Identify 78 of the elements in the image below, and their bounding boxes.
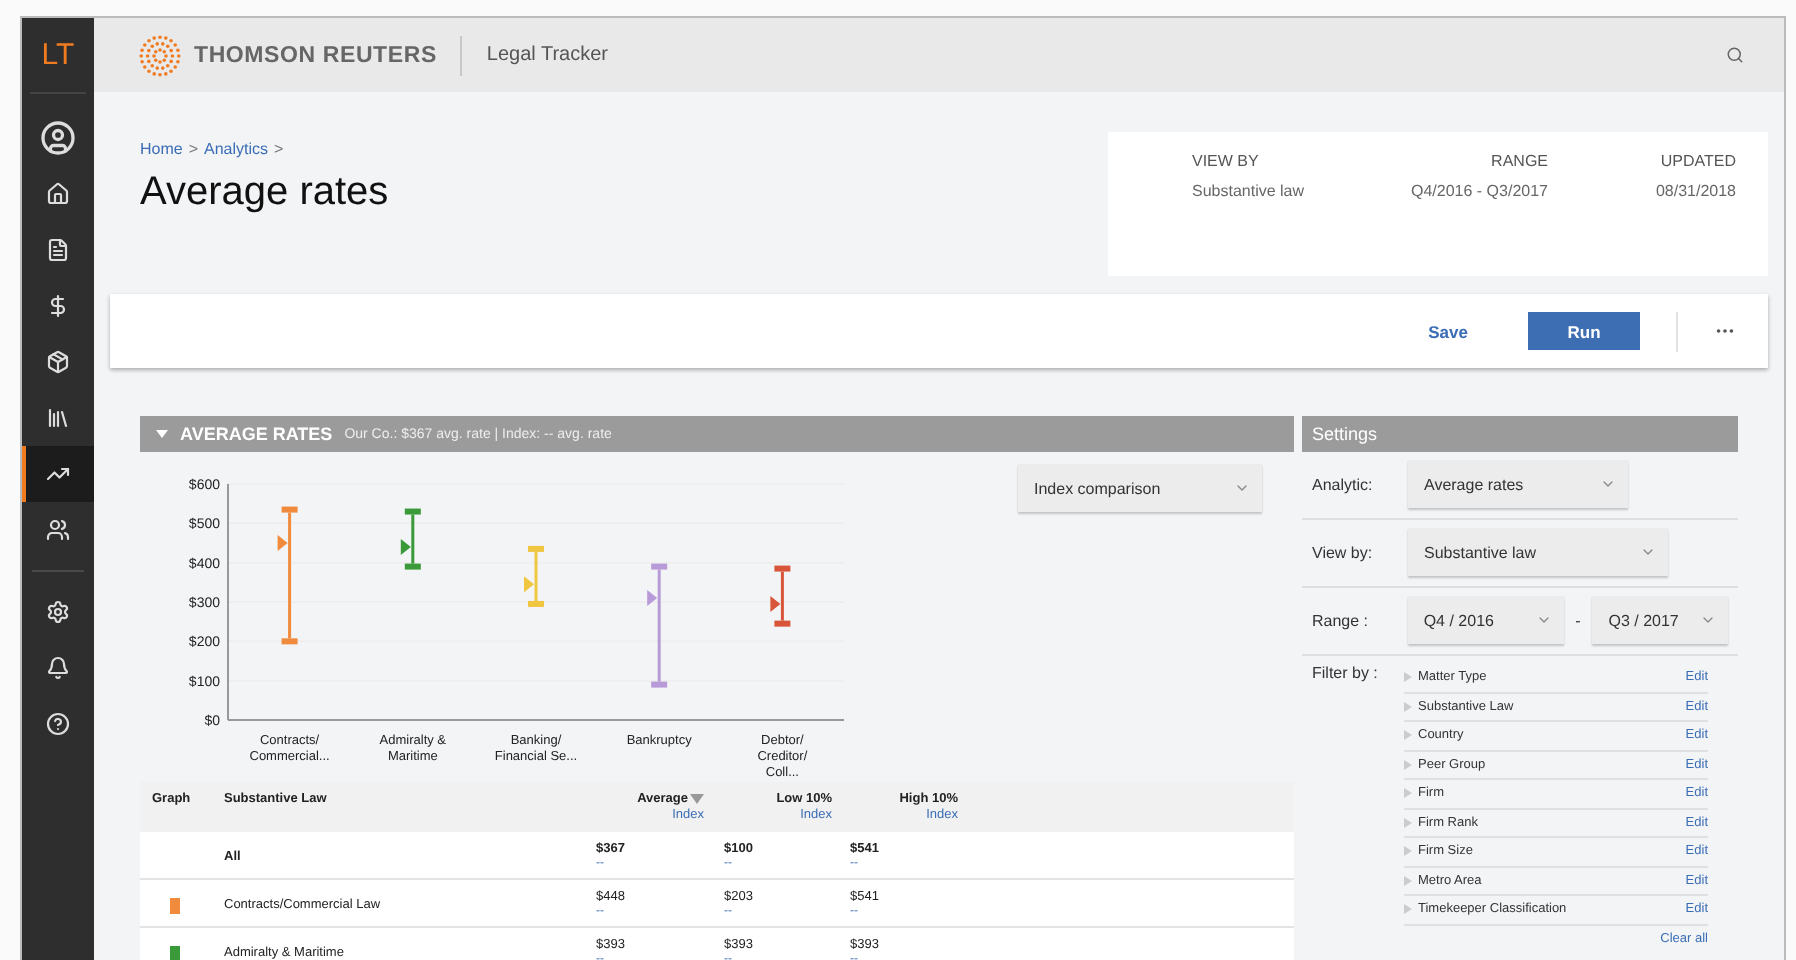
range-line [411,514,415,564]
product-name: Legal Tracker [486,44,609,66]
average-marker [400,538,411,555]
expand-icon [1404,904,1412,915]
expand-icon [1404,759,1412,770]
trend-icon [46,462,70,486]
logo-icon [138,33,182,77]
view-by-dropdown[interactable]: Substantive law [1408,528,1668,576]
document-icon [46,238,70,262]
box-icon [46,350,70,374]
caret-icon[interactable] [156,428,168,440]
brand-name: THOMSON REUTERS [194,43,437,67]
report-title: AVERAGE RATES [180,424,333,444]
search-icon[interactable] [1726,46,1744,64]
summary-value: 08/31/2018 [1655,182,1736,200]
people-icon [46,518,70,542]
help-icon [46,712,70,736]
sort-icon [690,794,704,804]
page-title: Average rates [140,170,389,216]
field-label: Analytic: [1312,475,1375,493]
breadcrumb-separator: > [188,140,199,158]
range-separator: - [1575,611,1581,629]
expand-icon [1404,701,1412,712]
caret-icon [1535,612,1552,628]
high-marker [404,508,421,515]
summary-label: UPDATED [1660,152,1736,170]
field-label: View by: [1312,543,1375,561]
high-marker [651,563,668,570]
low-marker [281,638,298,645]
comparison-dropdown[interactable]: Index comparison [1018,464,1262,512]
high-marker [281,506,298,513]
range-end-dropdown[interactable]: Q3 / 2017 [1592,596,1728,644]
summary-value: Q4/2016 - Q3/2017 [1411,182,1548,200]
breadcrumb-separator: > [274,140,284,158]
summary-label: RANGE [1491,152,1548,170]
caret-icon [1600,476,1616,492]
low-marker [404,563,421,570]
range-line [288,512,292,639]
sidebar-item[interactable] [22,446,94,502]
user-icon [40,120,76,156]
expand-icon [1404,788,1412,799]
summary-value: Substantive law [1192,182,1305,200]
high-marker [774,565,791,572]
average-marker [647,590,658,607]
settings-icon [46,600,70,624]
settings-header: Settings [1302,416,1738,452]
average-marker [524,576,534,593]
save-button[interactable]: Save [1416,313,1480,349]
range-line [657,569,661,682]
run-button[interactable]: Run [1528,312,1640,350]
range-start-dropdown[interactable]: Q4 / 2016 [1407,596,1564,644]
dollar-icon [46,294,70,318]
expand-icon [1404,817,1412,828]
expand-icon [1404,875,1412,886]
field-label: Filter by : [1312,664,1380,686]
expand-icon [1404,846,1412,857]
analytic-dropdown[interactable]: Average rates [1408,460,1628,508]
library-icon [46,406,70,430]
low-marker [774,620,791,627]
caret-icon [1640,544,1656,560]
summary-label: VIEW BY [1192,152,1259,170]
caret-icon [1700,612,1716,628]
average-marker [277,535,288,551]
high-marker [528,545,544,552]
home-icon [46,182,70,206]
expand-icon [1404,730,1412,741]
app-logo[interactable]: LT [30,18,86,94]
field-label: Range : [1312,611,1371,629]
low-marker [651,681,668,688]
range-line [534,551,538,601]
breadcrumb-link[interactable]: Home [140,140,183,158]
breadcrumb-link[interactable]: Analytics [204,140,269,158]
expand-icon [1404,672,1412,683]
average-marker [770,595,781,612]
bell-icon [46,656,70,680]
low-marker [528,600,544,607]
caret-icon [1234,480,1250,496]
range-line [780,571,784,621]
